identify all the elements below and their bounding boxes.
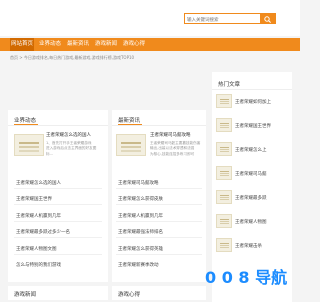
article-thumbnail[interactable] (216, 118, 232, 132)
feature-thumbnail[interactable] (116, 134, 146, 156)
panel-title: 最新资讯 (118, 118, 141, 124)
article-thumbnail[interactable] (216, 94, 232, 108)
article-thumbnail[interactable] (216, 190, 232, 204)
divider (212, 89, 292, 90)
watermark-logo: 0 0 8 导航 (205, 268, 287, 287)
search-input[interactable] (187, 15, 257, 23)
article-link[interactable]: 王者荣耀国王世界 (235, 123, 271, 129)
search-box (184, 13, 276, 24)
divider (8, 125, 108, 126)
article-link[interactable]: 王者荣耀司马懿 (235, 171, 267, 177)
svg-text:0 0 8 导航: 0 0 8 导航 (205, 268, 287, 287)
list-item[interactable]: 王者荣耀新赛季改动 (118, 262, 159, 268)
divider (112, 125, 206, 126)
list-item[interactable]: 怎么与特别的我们游戏 (16, 262, 61, 268)
breadcrumb: 首页 > 今日游戏排名,每日热门游戏,最新游戏,游戏排行榜,游戏TOP10 (10, 55, 135, 60)
list-item[interactable]: 王者荣耀人机赢到几年 (118, 213, 163, 219)
main-nav: 网站首页 业界动态 最新资讯 游戏新闻 游戏心得 (0, 38, 300, 51)
panel-title: 游戏心得 (118, 292, 141, 298)
feature-desc: 王者荣耀司马懿主要靠技能伤害 输出,出装以法术穿透和法强 为核心,技能连招多练习即可 (150, 141, 201, 156)
header (0, 0, 300, 36)
list-item[interactable]: 王者荣耀人机赢到几年 (16, 213, 61, 219)
game-tips-panel: 游戏心得 (112, 286, 206, 300)
feature-desc: 1、首先打开手王者荣耀游戏 进入游戏后点击主界面的好友图 标... (46, 141, 97, 156)
nav-news[interactable]: 最新资讯 (66, 38, 90, 51)
article-link[interactable]: 王者荣耀人物图 (235, 219, 267, 225)
panel-title: 热门文章 (218, 82, 241, 88)
article-link[interactable]: 王者荣耀怎么上 (235, 147, 267, 153)
article-link[interactable]: 王者荣耀如何加上 (235, 99, 271, 105)
nav-tips[interactable]: 游戏心得 (122, 38, 146, 51)
list-item[interactable]: 王者荣耀司马懿攻略 (118, 180, 159, 186)
feature-title[interactable]: 王者荣耀司马懿攻略 (150, 132, 191, 138)
article-thumbnail[interactable] (216, 214, 232, 228)
list-item[interactable]: 王者荣耀怎么获得英雄 (118, 246, 163, 252)
feature-title[interactable]: 王者荣耀怎么选的国人 (46, 132, 91, 138)
news-panel: 最新资讯 王者荣耀司马懿攻略 王者荣耀司马懿主要靠技能伤害 输出,出装以法术穿透和… (112, 110, 206, 282)
nav-industry[interactable]: 业界动态 (38, 38, 62, 51)
search-icon (264, 16, 271, 23)
nav-home[interactable]: 网站首页 (10, 38, 34, 51)
article-thumbnail[interactable] (216, 142, 232, 156)
list-item[interactable]: 王者荣耀最多跃过多少一名 (16, 229, 70, 235)
panel-title: 业界动态 (14, 118, 37, 124)
article-link[interactable]: 王者荣耀最多跃 (235, 195, 267, 201)
industry-panel: 业界动态 王者荣耀怎么选的国人 1、首先打开手王者荣耀游戏 进入游戏后点击主界面的… (8, 110, 108, 282)
article-link[interactable]: 王者荣耀击杀 (235, 243, 262, 249)
article-thumbnail[interactable] (216, 166, 232, 180)
list-item[interactable]: 王者荣耀国王世界 (16, 196, 52, 202)
list-item[interactable]: 王者荣耀人物图文图 (16, 246, 57, 252)
list-item[interactable]: 王者荣耀怎么选的国人 (16, 180, 61, 186)
article-thumbnail[interactable] (216, 238, 232, 252)
search-button[interactable] (260, 13, 276, 24)
feature-thumbnail[interactable] (14, 134, 44, 156)
list-item[interactable]: 王者荣耀怎么获得皮肤 (118, 196, 163, 202)
nav-game-news[interactable]: 游戏新闻 (94, 38, 118, 51)
panel-title: 游戏新闻 (14, 292, 37, 298)
game-news-panel: 游戏新闻 (8, 286, 108, 300)
list-item[interactable]: 王者荣耀最强法师排名 (118, 229, 163, 235)
